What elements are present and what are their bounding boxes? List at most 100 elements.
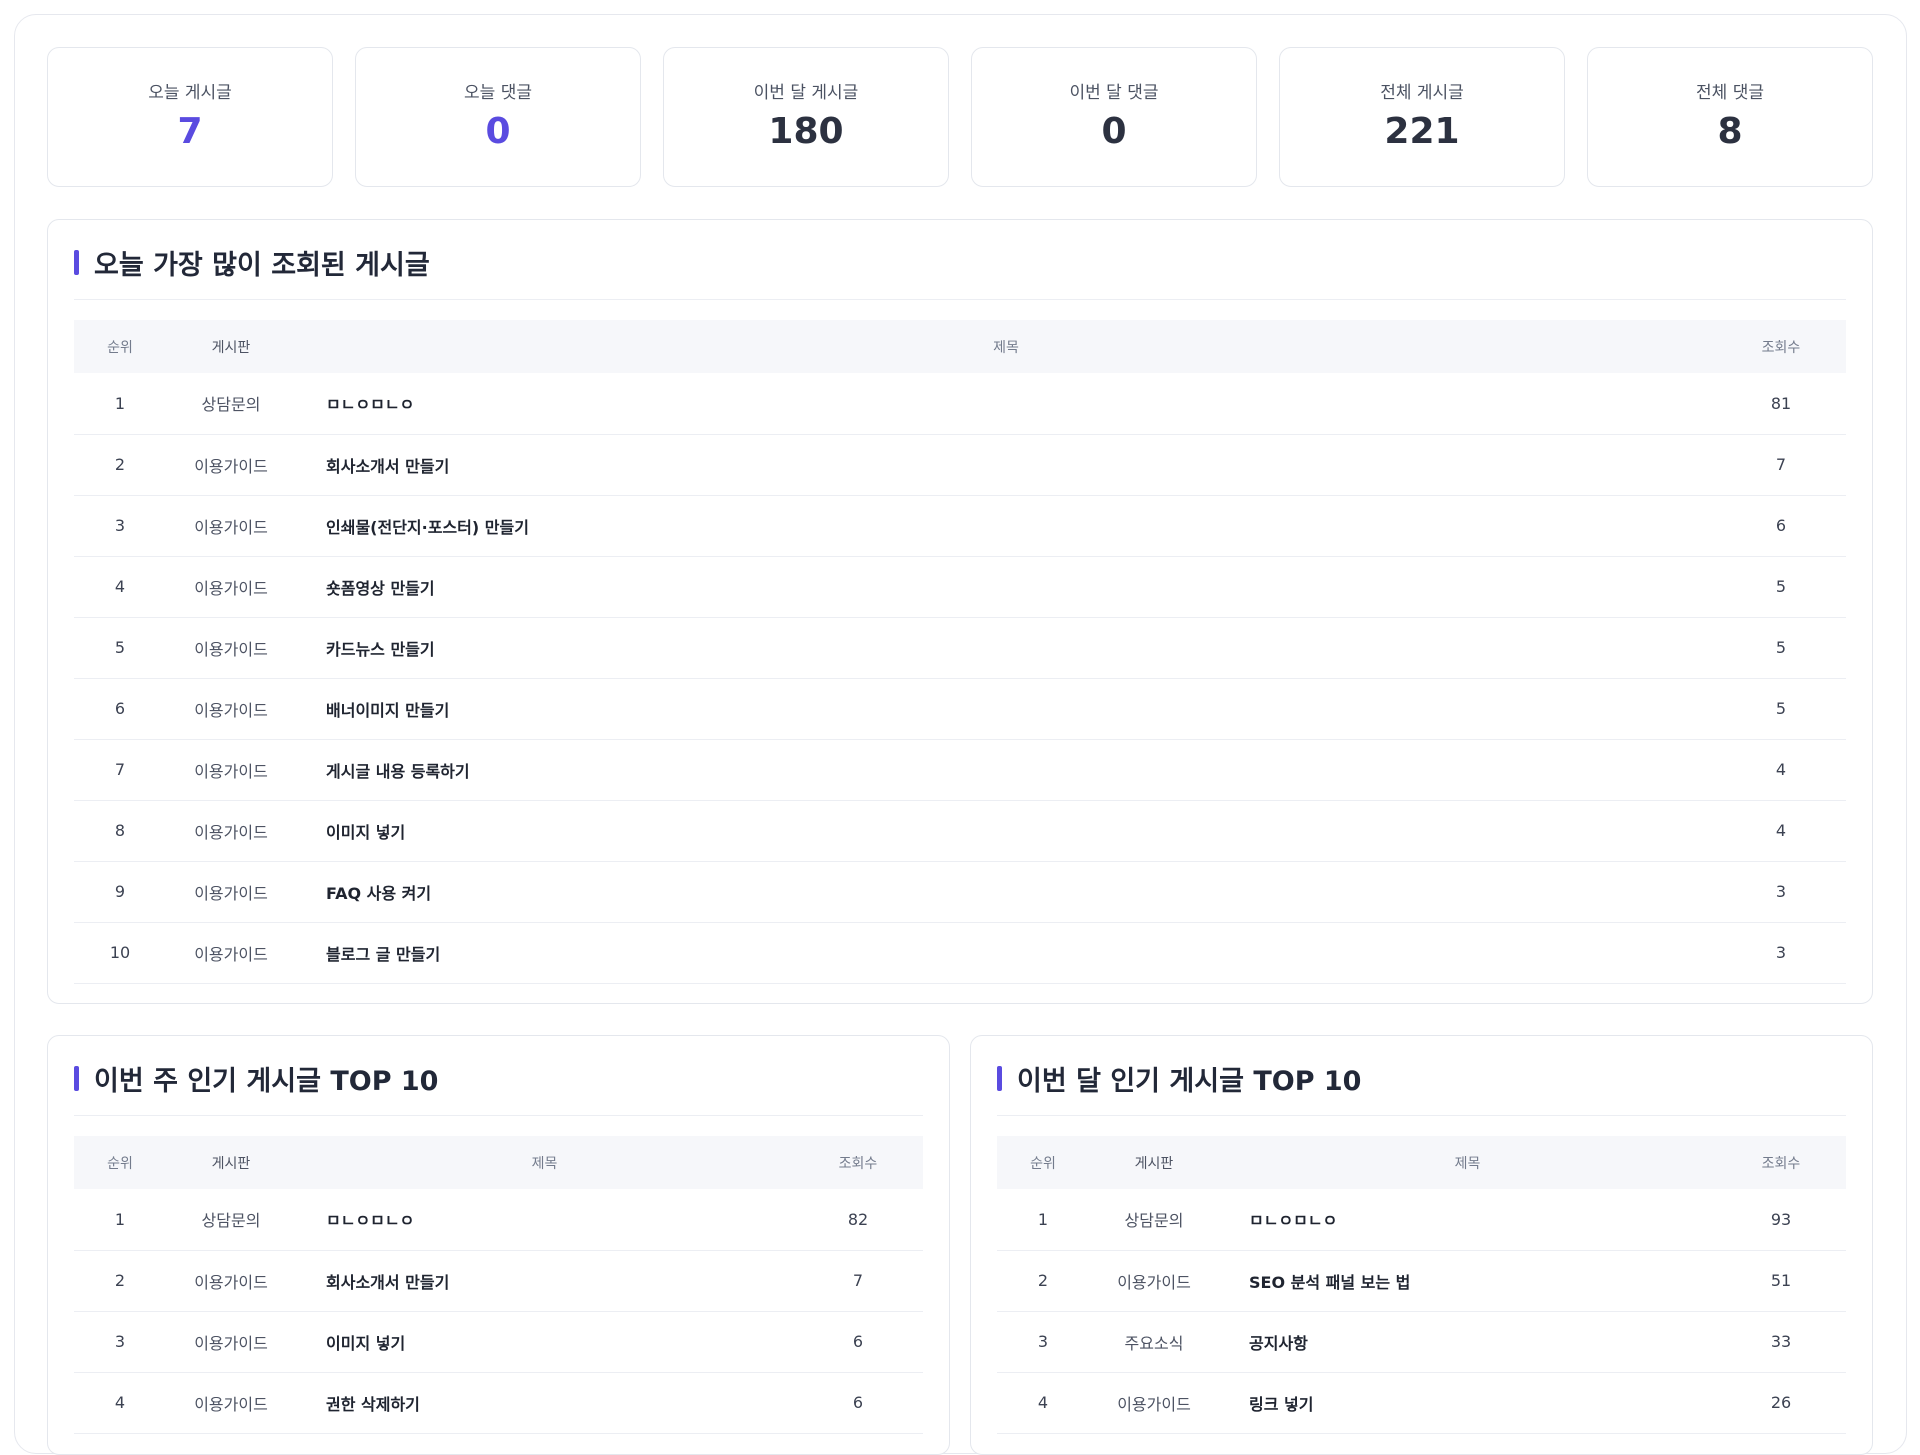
post-title-link[interactable]: 이미지 넣기 bbox=[296, 800, 1716, 861]
post-title-link[interactable]: 숏폼영상 만들기 bbox=[296, 556, 1716, 617]
month-popular-panel: 이번 달 인기 게시글 TOP 10 순위 게시판 제목 조회수 1 상담문의 ㅁㄴ… bbox=[970, 1035, 1873, 1455]
table-row[interactable]: 2 이용가이드 회사소개서 만들기 7 bbox=[74, 1250, 923, 1311]
col-title: 제목 bbox=[993, 339, 1019, 356]
board-cell: 상담문의 bbox=[201, 1211, 261, 1231]
week-popular-table: 순위 게시판 제목 조회수 1 상담문의 ㅁㄴㅇㅁㄴㅇ 82 2 이용가이드 회사소개서 만… bbox=[74, 1136, 923, 1434]
table-header-row: 순위 게시판 제목 조회수 bbox=[997, 1136, 1846, 1189]
post-title-link[interactable]: 인쇄물(전단지·포스터) 만들기 bbox=[296, 495, 1716, 556]
post-title-link[interactable]: 블로그 글 만들기 bbox=[296, 922, 1716, 983]
col-board: 게시판 bbox=[1134, 1155, 1174, 1172]
table-row[interactable]: 6 이용가이드 배너이미지 만들기 5 bbox=[74, 678, 1846, 739]
post-title-link[interactable]: FAQ 사용 켜기 bbox=[296, 861, 1716, 922]
rank-cell: 2 bbox=[1037, 1271, 1049, 1290]
table-row[interactable]: 4 이용가이드 숏폼영상 만들기 5 bbox=[74, 556, 1846, 617]
panel-header: 오늘 가장 많이 조회된 게시글 bbox=[74, 220, 1846, 300]
table-row[interactable]: 4 이용가이드 링크 넣기 26 bbox=[997, 1372, 1846, 1433]
post-title-link[interactable]: 링크 넣기 bbox=[1219, 1372, 1716, 1433]
rank-cell: 3 bbox=[114, 1332, 126, 1351]
panel-title: 이번 주 인기 게시글 TOP 10 bbox=[94, 1066, 439, 1097]
table-row[interactable]: 7 이용가이드 게시글 내용 등록하기 4 bbox=[74, 739, 1846, 800]
views-cell: 6 bbox=[852, 1393, 864, 1412]
stat-value: 180 bbox=[768, 111, 844, 152]
table-row[interactable]: 1 상담문의 ㅁㄴㅇㅁㄴㅇ 93 bbox=[997, 1189, 1846, 1250]
stat-card-month-comments: 이번 달 댓글 0 bbox=[971, 47, 1257, 187]
accent-bar bbox=[74, 250, 79, 275]
today-popular-panel: 오늘 가장 많이 조회된 게시글 순위 게시판 제목 조회수 1 상담문의 ㅁㄴㅇㅁ… bbox=[47, 219, 1873, 1004]
rank-cell: 4 bbox=[114, 577, 126, 596]
panel-header: 이번 달 인기 게시글 TOP 10 bbox=[997, 1036, 1846, 1116]
post-title-link[interactable]: 게시글 내용 등록하기 bbox=[296, 739, 1716, 800]
col-rank: 순위 bbox=[107, 1155, 133, 1172]
board-cell: 상담문의 bbox=[1124, 1211, 1184, 1231]
views-cell: 5 bbox=[1775, 577, 1787, 596]
board-cell: 이용가이드 bbox=[194, 700, 268, 720]
board-cell: 상담문의 bbox=[201, 395, 261, 415]
rank-cell: 8 bbox=[114, 821, 126, 840]
rank-cell: 2 bbox=[114, 1271, 126, 1290]
board-cell: 이용가이드 bbox=[194, 1333, 268, 1353]
board-cell: 이용가이드 bbox=[194, 639, 268, 659]
board-cell: 이용가이드 bbox=[1117, 1394, 1191, 1414]
views-cell: 4 bbox=[1775, 821, 1787, 840]
stat-label: 이번 달 게시글 bbox=[753, 83, 859, 103]
stat-label: 오늘 게시글 bbox=[148, 83, 232, 103]
post-title-link[interactable]: 카드뉴스 만들기 bbox=[296, 617, 1716, 678]
rank-cell: 3 bbox=[114, 516, 126, 535]
post-title-link[interactable]: 회사소개서 만들기 bbox=[296, 1250, 793, 1311]
post-title-link[interactable]: 회사소개서 만들기 bbox=[296, 434, 1716, 495]
table-row[interactable]: 5 이용가이드 카드뉴스 만들기 5 bbox=[74, 617, 1846, 678]
views-cell: 3 bbox=[1775, 882, 1787, 901]
post-title-link[interactable]: 배너이미지 만들기 bbox=[296, 678, 1716, 739]
post-title-link[interactable]: SEO 분석 패널 보는 법 bbox=[1219, 1250, 1716, 1311]
table-row[interactable]: 10 이용가이드 블로그 글 만들기 3 bbox=[74, 922, 1846, 983]
col-rank: 순위 bbox=[107, 339, 133, 356]
col-board: 게시판 bbox=[211, 1155, 251, 1172]
stat-label: 이번 달 댓글 bbox=[1069, 83, 1159, 103]
board-cell: 이용가이드 bbox=[194, 944, 268, 964]
table-row[interactable]: 3 이용가이드 인쇄물(전단지·포스터) 만들기 6 bbox=[74, 495, 1846, 556]
table-row[interactable]: 4 이용가이드 권한 삭제하기 6 bbox=[74, 1372, 923, 1433]
table-row[interactable]: 1 상담문의 ㅁㄴㅇㅁㄴㅇ 82 bbox=[74, 1189, 923, 1250]
table-header-row: 순위 게시판 제목 조회수 bbox=[74, 320, 1846, 373]
accent-bar bbox=[997, 1066, 1002, 1091]
table-row[interactable]: 2 이용가이드 SEO 분석 패널 보는 법 51 bbox=[997, 1250, 1846, 1311]
col-title: 제목 bbox=[531, 1155, 558, 1172]
post-title-link[interactable]: ㅁㄴㅇㅁㄴㅇ bbox=[1219, 1189, 1716, 1250]
stat-label: 전체 댓글 bbox=[1696, 83, 1764, 103]
board-cell: 이용가이드 bbox=[194, 822, 268, 842]
stat-card-today-comments: 오늘 댓글 0 bbox=[355, 47, 641, 187]
post-title-link[interactable]: 권한 삭제하기 bbox=[296, 1372, 793, 1433]
rank-cell: 2 bbox=[114, 455, 126, 474]
views-cell: 51 bbox=[1770, 1271, 1792, 1290]
post-title-link[interactable]: ㅁㄴㅇㅁㄴㅇ bbox=[296, 1189, 793, 1250]
views-cell: 4 bbox=[1775, 760, 1787, 779]
stat-value: 0 bbox=[1101, 111, 1127, 152]
panel-header: 이번 주 인기 게시글 TOP 10 bbox=[74, 1036, 923, 1116]
table-row[interactable]: 2 이용가이드 회사소개서 만들기 7 bbox=[74, 434, 1846, 495]
table-row[interactable]: 8 이용가이드 이미지 넣기 4 bbox=[74, 800, 1846, 861]
rank-cell: 5 bbox=[114, 638, 126, 657]
table-row[interactable]: 3 주요소식 공지사항 33 bbox=[997, 1311, 1846, 1372]
stat-value: 8 bbox=[1717, 111, 1743, 152]
post-title-link[interactable]: 공지사항 bbox=[1219, 1311, 1716, 1372]
board-cell: 이용가이드 bbox=[194, 1272, 268, 1292]
views-cell: 6 bbox=[852, 1332, 864, 1351]
post-title-link[interactable]: ㅁㄴㅇㅁㄴㅇ bbox=[296, 373, 1716, 434]
col-views: 조회수 bbox=[838, 1155, 878, 1172]
stat-card-today-posts: 오늘 게시글 7 bbox=[47, 47, 333, 187]
stat-value: 0 bbox=[485, 111, 511, 152]
board-cell: 이용가이드 bbox=[194, 883, 268, 903]
rank-cell: 6 bbox=[114, 699, 126, 718]
table-row[interactable]: 1 상담문의 ㅁㄴㅇㅁㄴㅇ 81 bbox=[74, 373, 1846, 434]
rank-cell: 7 bbox=[114, 760, 126, 779]
post-title-link[interactable]: 이미지 넣기 bbox=[296, 1311, 793, 1372]
stat-label: 전체 게시글 bbox=[1380, 83, 1464, 103]
views-cell: 93 bbox=[1770, 1209, 1792, 1229]
accent-bar bbox=[74, 1066, 79, 1091]
board-cell: 이용가이드 bbox=[194, 761, 268, 781]
table-row[interactable]: 9 이용가이드 FAQ 사용 켜기 3 bbox=[74, 861, 1846, 922]
table-row[interactable]: 3 이용가이드 이미지 넣기 6 bbox=[74, 1311, 923, 1372]
views-cell: 82 bbox=[847, 1209, 869, 1229]
stat-card-total-posts: 전체 게시글 221 bbox=[1279, 47, 1565, 187]
panel-title: 오늘 가장 많이 조회된 게시글 bbox=[94, 250, 430, 281]
